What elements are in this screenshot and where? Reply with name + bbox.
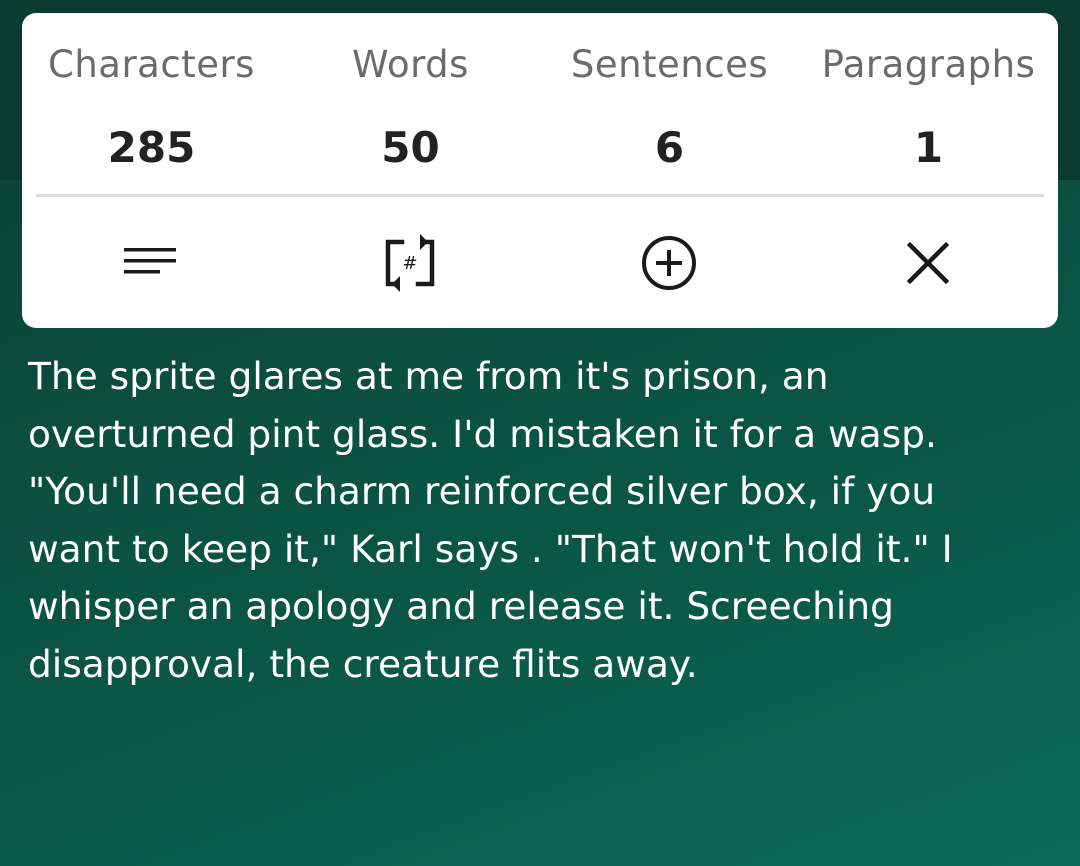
stat-sentences-value: 6 <box>654 123 685 172</box>
close-icon <box>906 241 950 285</box>
divider <box>36 194 1044 197</box>
stat-characters-label: Characters <box>48 43 255 86</box>
text-format-button[interactable] <box>106 228 196 298</box>
text-lines-icon <box>124 248 176 274</box>
stat-words-value: 50 <box>381 123 440 172</box>
stats-row: Characters 285 Words 50 Sentences 6 Para… <box>22 13 1058 193</box>
add-button[interactable] <box>624 228 714 298</box>
story-text: The sprite glares at me from it's prison… <box>28 354 953 686</box>
stats-card: Characters 285 Words 50 Sentences 6 Para… <box>22 13 1058 328</box>
stat-words-label: Words <box>352 43 469 86</box>
svg-text:#: # <box>402 253 417 274</box>
add-circle-icon <box>642 236 696 290</box>
hashtag-refresh-icon: # <box>385 234 435 292</box>
stat-paragraphs-label: Paragraphs <box>821 43 1036 86</box>
stat-sentences-label: Sentences <box>570 43 769 86</box>
recount-button[interactable]: # <box>365 228 455 298</box>
stat-characters-value: 285 <box>107 123 196 172</box>
stat-paragraphs-value: 1 <box>913 123 944 172</box>
close-button[interactable] <box>883 228 973 298</box>
